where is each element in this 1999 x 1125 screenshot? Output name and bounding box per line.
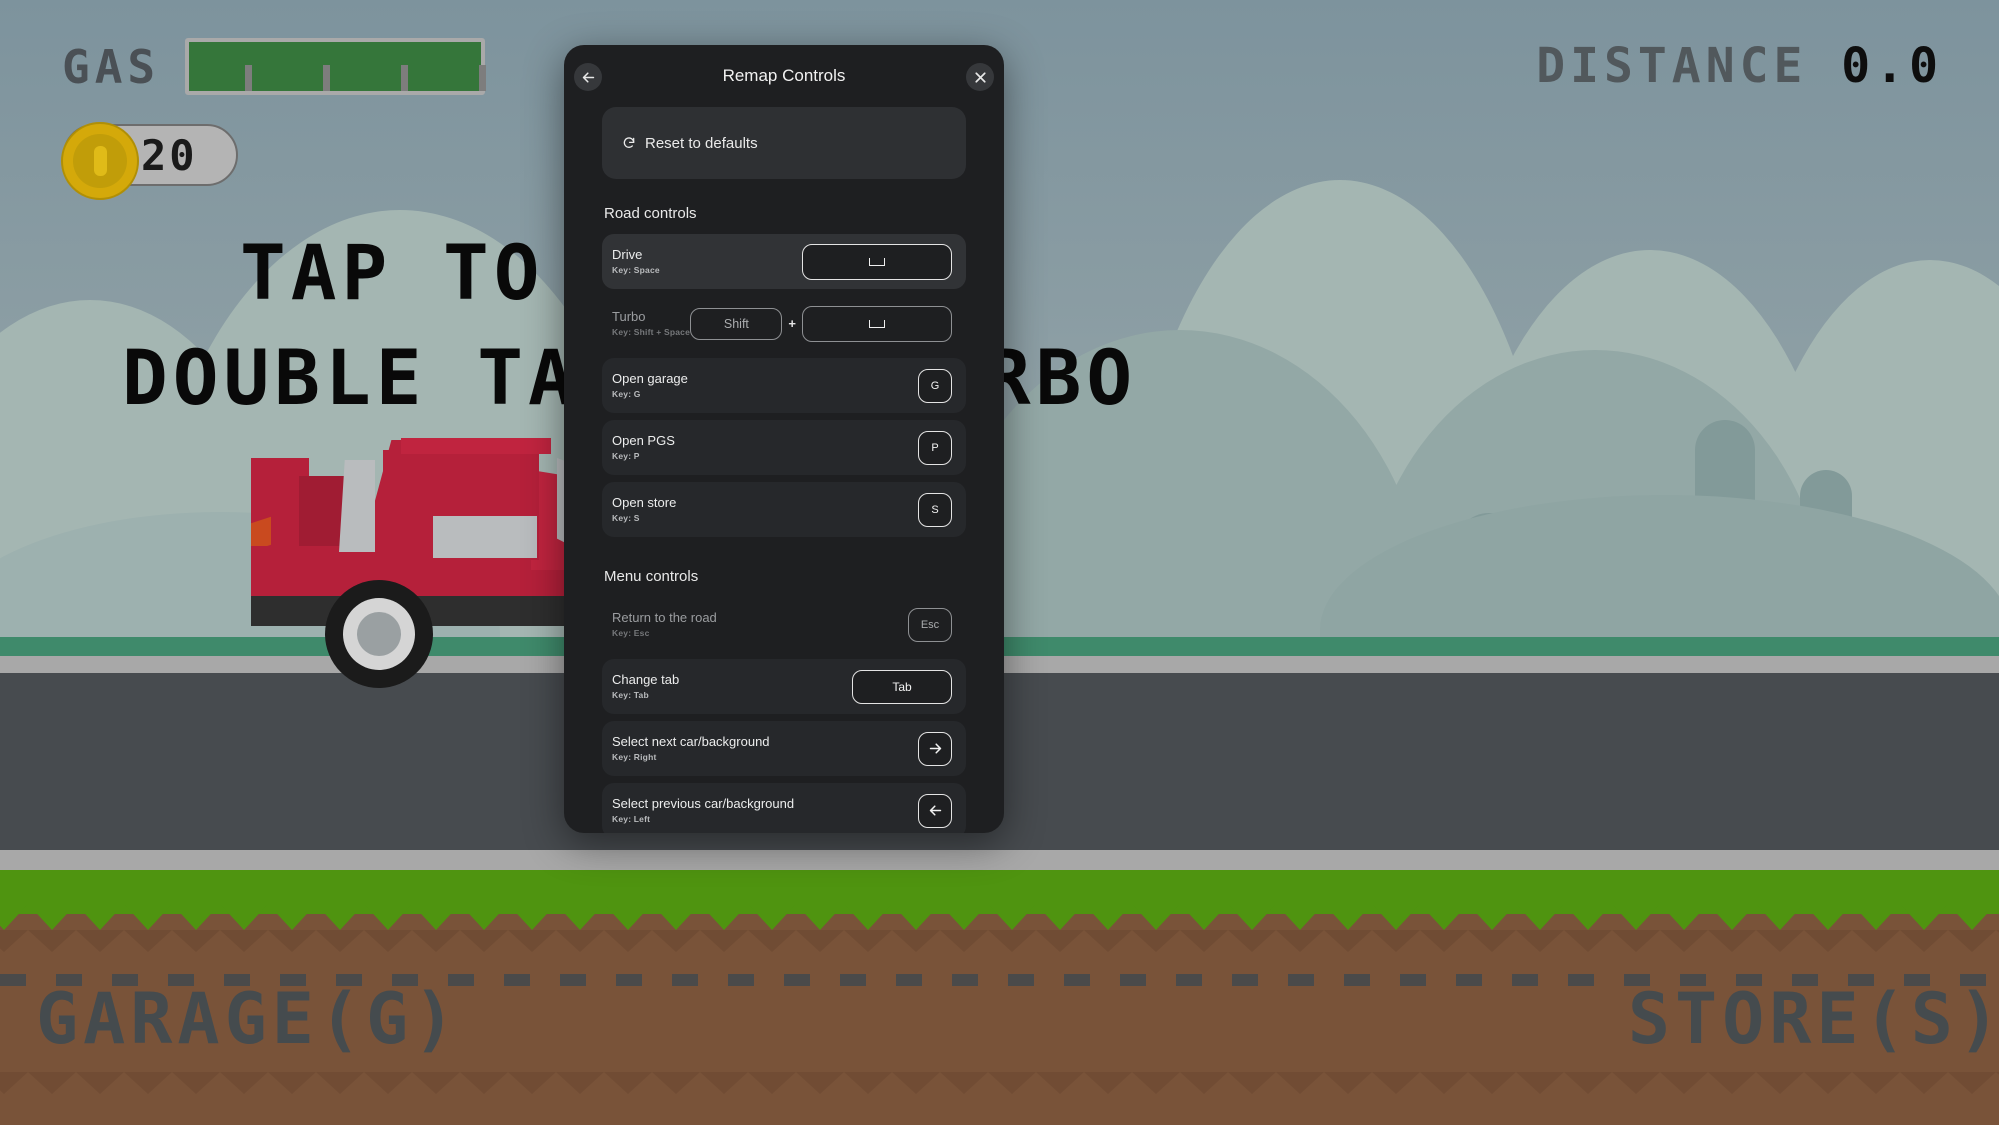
coin-icon — [61, 122, 139, 200]
control-action-name: Drive — [612, 246, 643, 262]
control-row-open-pgs[interactable]: Open PGS Key: P P — [602, 420, 966, 475]
key-cap-p[interactable]: P — [918, 430, 952, 465]
control-key-label: Key: P — [612, 451, 640, 462]
control-action-name: Turbo — [612, 308, 646, 324]
control-key-label: Key: Left — [612, 814, 651, 825]
gas-bar-tick — [401, 65, 408, 91]
control-row-select-next-car-background[interactable]: Select next car/background Key: Right — [602, 721, 966, 776]
reset-icon — [623, 137, 635, 148]
gas-bar-tick — [323, 65, 330, 91]
control-row-return-to-the-road[interactable]: Return to the road Key: Esc Esc — [602, 597, 966, 652]
control-sections: Road controls Drive Key: Space Turbo Key: Sh… — [602, 205, 966, 833]
control-key-label: Key: Tab — [612, 690, 649, 701]
key-cap-g[interactable]: G — [918, 368, 952, 403]
control-row-labels: Change tab Key: Tab — [612, 671, 680, 701]
control-key-label: Key: Shift + Space — [612, 327, 690, 338]
dialog-title: Remap Controls — [722, 66, 846, 85]
control-keybinding — [802, 243, 952, 280]
gas-label: GAS — [62, 40, 161, 94]
distance-value: 0.0 — [1841, 38, 1943, 94]
control-key-label: Key: Space — [612, 265, 660, 276]
control-keybinding: Tab — [852, 669, 952, 704]
coin-counter: 20 — [61, 122, 238, 200]
control-row-labels: Turbo Key: Shift + Space — [612, 308, 690, 338]
control-row-labels: Open PGS Key: P — [612, 432, 675, 462]
gas-bar-tick — [245, 65, 252, 91]
dirt-zigzag — [0, 930, 1999, 952]
control-row-labels: Select next car/background Key: Right — [612, 733, 770, 763]
control-action-name: Return to the road — [612, 609, 717, 625]
distance-readout: DISTANCE 0.0 — [1536, 38, 1943, 94]
car-wheel-rear — [325, 580, 433, 688]
road-curb-bottom — [0, 850, 1999, 870]
control-keybinding — [918, 731, 952, 766]
control-keybinding: Shift + — [690, 305, 952, 342]
key-cap-shift[interactable]: Shift — [690, 307, 783, 340]
control-row-labels: Select previous car/background Key: Left — [612, 795, 795, 825]
dialog-header: Remap Controls — [564, 45, 1004, 107]
control-row-turbo[interactable]: Turbo Key: Shift + Space Shift + — [602, 296, 966, 351]
store-button-label[interactable]: STORE(S) — [1628, 978, 1999, 1060]
control-key-label: Key: Right — [612, 752, 657, 763]
gas-bar — [185, 38, 486, 95]
control-action-name: Select next car/background — [612, 733, 770, 749]
control-action-name: Open store — [612, 494, 677, 510]
close-icon — [974, 71, 986, 83]
key-cap-space[interactable] — [802, 243, 952, 280]
control-row-change-tab[interactable]: Change tab Key: Tab Tab — [602, 659, 966, 714]
close-button[interactable] — [966, 63, 994, 91]
gas-bar-tick — [479, 65, 486, 91]
back-button[interactable] — [574, 63, 602, 91]
coin-count: 20 — [141, 130, 198, 180]
control-key-label: Key: G — [612, 389, 641, 400]
control-key-label: Key: Esc — [612, 628, 650, 639]
key-cap-space[interactable] — [802, 305, 952, 342]
control-row-open-garage[interactable]: Open garage Key: G G — [602, 358, 966, 413]
control-row-labels: Open garage Key: G — [612, 370, 688, 400]
control-row-labels: Return to the road Key: Esc — [612, 609, 717, 639]
key-cap-arrow-right[interactable] — [918, 731, 952, 766]
remap-controls-dialog: Remap Controls Reset to defaults Road co… — [564, 45, 1004, 833]
dialog-body: Reset to defaults Road controls Drive Key:… — [564, 107, 1004, 833]
key-combo-plus: + — [788, 316, 796, 331]
control-row-open-store[interactable]: Open store Key: S S — [602, 482, 966, 537]
control-action-name: Select previous car/background — [612, 795, 795, 811]
control-row-select-previous-car-background[interactable]: Select previous car/background Key: Left — [602, 783, 966, 833]
car-roof — [401, 438, 551, 454]
spacebar-glyph-icon — [869, 257, 885, 266]
key-cap-tab[interactable]: Tab — [852, 669, 952, 704]
control-action-name: Change tab — [612, 671, 680, 687]
control-keybinding: S — [918, 492, 952, 527]
control-action-name: Open garage — [612, 370, 688, 386]
control-keybinding: G — [918, 368, 952, 403]
control-row-labels: Drive Key: Space — [612, 246, 660, 276]
car-window-side — [433, 516, 537, 558]
gas-bar-fill — [189, 42, 481, 91]
car-window-rear — [339, 460, 375, 552]
garage-button-label[interactable]: GARAGE(G) — [36, 978, 460, 1060]
control-action-name: Open PGS — [612, 432, 675, 448]
section-title: Menu controls — [604, 568, 699, 585]
spacebar-glyph-icon — [869, 319, 885, 328]
control-keybinding: Esc — [908, 607, 952, 642]
reset-label: Reset to defaults — [645, 134, 758, 152]
control-keybinding — [918, 793, 952, 828]
control-key-label: Key: S — [612, 513, 640, 524]
key-cap-esc[interactable]: Esc — [908, 607, 952, 642]
control-keybinding: P — [918, 430, 952, 465]
arrow-left-icon — [929, 805, 941, 816]
control-row-drive[interactable]: Drive Key: Space — [602, 234, 966, 289]
grass-zigzag — [0, 904, 1999, 930]
key-cap-arrow-left[interactable] — [918, 793, 952, 828]
distance-label: DISTANCE — [1536, 38, 1808, 94]
arrow-right-icon — [929, 743, 941, 754]
key-cap-s[interactable]: S — [918, 492, 952, 527]
dirt-zigzag — [0, 1072, 1999, 1094]
section-title: Road controls — [604, 205, 697, 222]
arrow-left-icon — [582, 71, 594, 83]
control-row-labels: Open store Key: S — [612, 494, 677, 524]
reset-to-defaults-button[interactable]: Reset to defaults — [602, 107, 966, 179]
